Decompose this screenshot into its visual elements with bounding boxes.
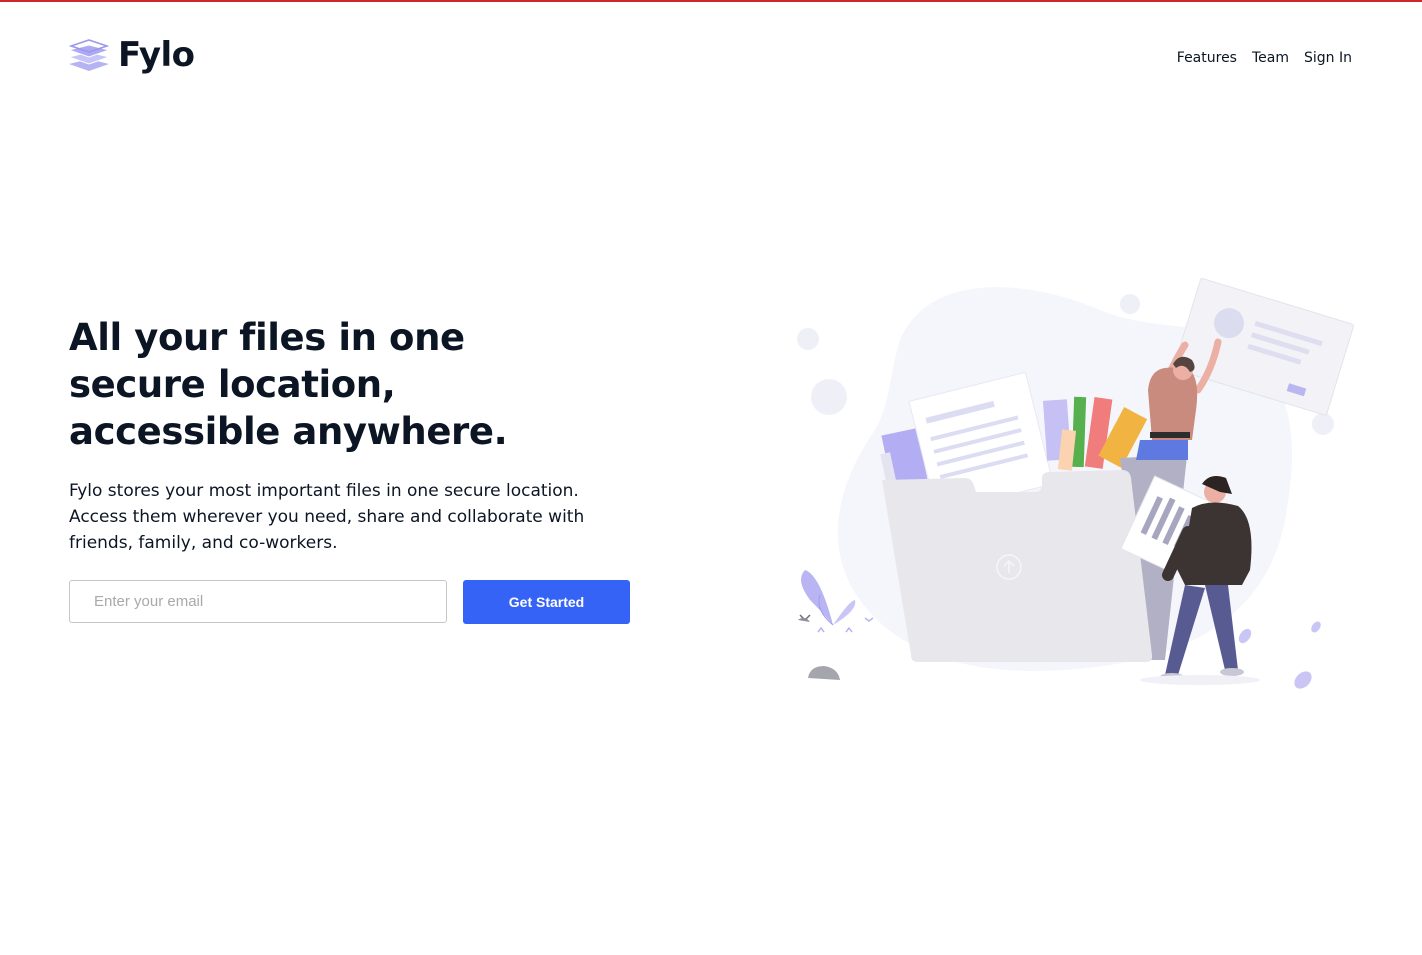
main-nav: Features Team Sign In [1177, 50, 1352, 66]
hero-title: All your files in one secure location, a… [69, 316, 508, 453]
top-accent-bar [0, 0, 1422, 2]
email-input[interactable] [69, 580, 447, 623]
brand-name: Fylo [118, 35, 195, 75]
hero-description: Fylo stores your most important files in… [69, 481, 585, 553]
file-sharing-illustration [797, 277, 1355, 689]
brand-logo[interactable]: Fylo [69, 38, 195, 72]
stacked-layers-icon [69, 39, 109, 71]
get-started-button[interactable]: Get Started [463, 580, 630, 624]
signup-form: Get Started [69, 580, 630, 624]
nav-link-features[interactable]: Features [1177, 50, 1237, 66]
nav-link-team[interactable]: Team [1252, 50, 1289, 66]
nav-link-sign-in[interactable]: Sign In [1304, 50, 1352, 66]
